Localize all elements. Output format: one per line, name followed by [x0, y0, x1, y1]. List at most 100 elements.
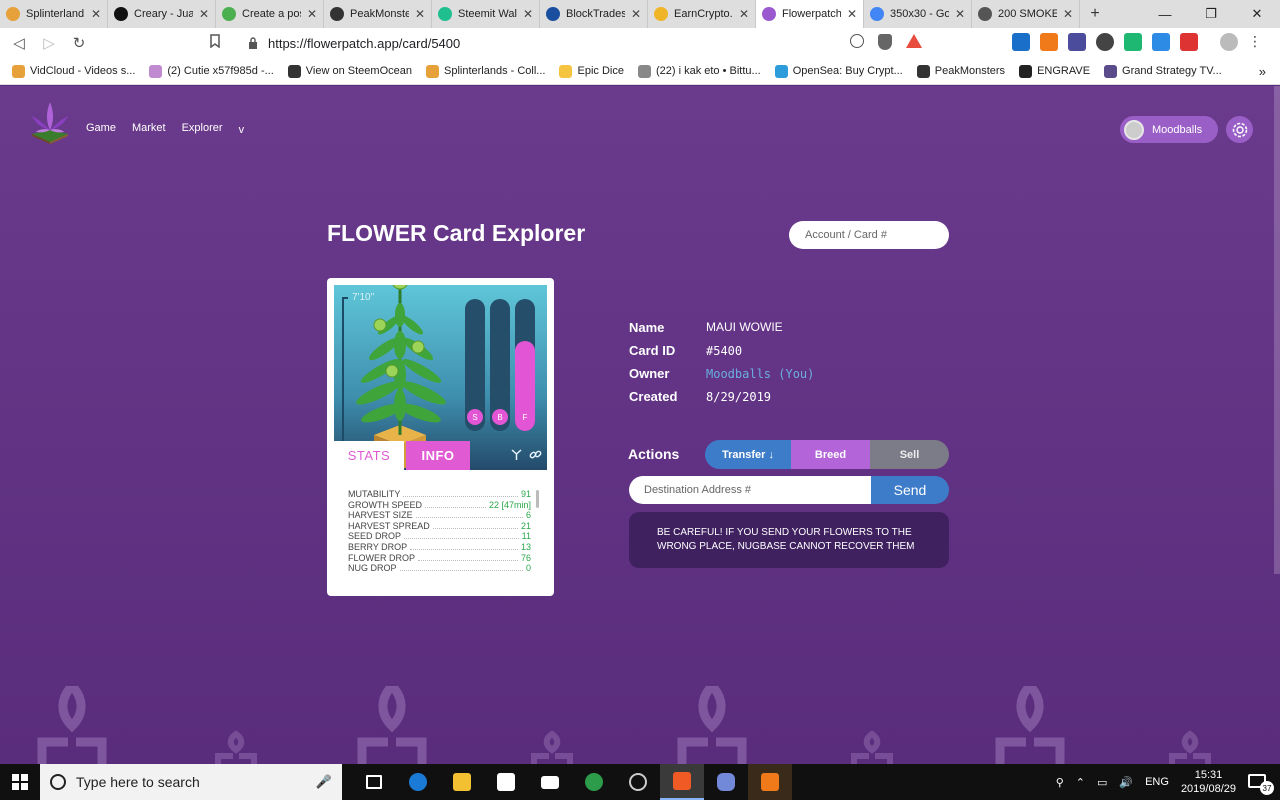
tab-close-icon[interactable]: ✕ [739, 7, 749, 21]
store-icon[interactable] [484, 764, 528, 800]
tab-close-icon[interactable]: ✕ [415, 7, 425, 21]
forward-icon[interactable]: ▷ [34, 34, 64, 52]
bookmark-icon[interactable] [200, 34, 230, 52]
bookmark-favicon-icon [287, 64, 301, 78]
people-icon[interactable]: ⚲ [1056, 776, 1064, 789]
file-explorer-icon[interactable] [440, 764, 484, 800]
game-app-icon[interactable] [572, 764, 616, 800]
tab-close-icon[interactable]: ✕ [631, 7, 641, 21]
browser-tab[interactable]: Splinterland ✕ [0, 0, 108, 28]
nav-market[interactable]: Market [132, 122, 166, 136]
transfer-button[interactable]: Transfer ↓ [705, 440, 791, 469]
tab-close-icon[interactable]: ✕ [199, 7, 209, 21]
bookmark-item[interactable]: View on SteemOcean [287, 64, 412, 78]
clock[interactable]: 15:31 2019/08/29 [1181, 768, 1236, 796]
microphone-icon[interactable]: 🎤 [316, 774, 332, 790]
browser-tab[interactable]: PeakMonste ✕ [324, 0, 432, 28]
settings-button[interactable] [1226, 116, 1253, 143]
permissions-icon[interactable] [850, 34, 864, 48]
browser-tab[interactable]: 350x30 - Go ✕ [864, 0, 972, 28]
extension-icon[interactable] [1180, 33, 1198, 51]
start-button[interactable] [0, 764, 40, 800]
bookmarks-more-button[interactable]: » [1259, 64, 1266, 79]
task-view-icon[interactable] [352, 764, 396, 800]
menu-icon[interactable]: ⋮ [1248, 33, 1262, 51]
breed-icon[interactable] [510, 448, 523, 461]
send-button[interactable]: Send [871, 476, 949, 504]
media-player-icon[interactable] [616, 764, 660, 800]
extension-icons: ⋮ [1012, 33, 1262, 51]
nav-game[interactable]: Game [86, 122, 116, 136]
breed-button[interactable]: Breed [791, 440, 870, 469]
metamask-taskbar-icon[interactable] [748, 764, 792, 800]
bookmark-item[interactable]: OpenSea: Buy Crypt... [774, 64, 903, 78]
nav-more-dropdown[interactable]: v [239, 124, 245, 136]
browser-tab[interactable]: Create a pos ✕ [216, 0, 324, 28]
taskbar-search[interactable]: Type here to search 🎤 [40, 764, 342, 800]
bookmark-item[interactable]: (22) i kak eto • Bittu... [637, 64, 761, 78]
owner-link[interactable]: Moodballs (You) [706, 367, 814, 381]
tab-close-icon[interactable]: ✕ [91, 7, 101, 21]
tab-close-icon[interactable]: ✕ [955, 7, 965, 21]
bookmark-item[interactable]: ENGRAVE [1019, 64, 1090, 78]
minimize-button[interactable]: — [1142, 0, 1188, 28]
edge-icon[interactable] [396, 764, 440, 800]
bookmark-item[interactable]: Epic Dice [559, 64, 624, 78]
stat-row: Growth Speed 22 [47min] [348, 500, 531, 511]
link-icon[interactable] [529, 448, 542, 461]
browser-tab[interactable]: BlockTrades ✕ [540, 0, 648, 28]
sell-button[interactable]: Sell [870, 440, 949, 469]
bookmark-item[interactable]: PeakMonsters [916, 64, 1005, 78]
flowerpatch-logo[interactable] [28, 100, 72, 144]
profile-icon[interactable] [1220, 33, 1238, 51]
tray-chevron-icon[interactable]: ⌃ [1076, 776, 1085, 789]
browser-tab[interactable]: Creary - Jua ✕ [108, 0, 216, 28]
brave-rewards-icon[interactable] [906, 34, 922, 48]
tab-close-icon[interactable]: ✕ [523, 7, 533, 21]
close-window-button[interactable]: ✕ [1234, 0, 1280, 28]
action-segmented-control: Transfer ↓ Breed Sell [705, 440, 949, 469]
reload-icon[interactable]: ↻ [64, 34, 94, 52]
mail-icon[interactable] [528, 764, 572, 800]
brave-shield-icon[interactable] [878, 34, 892, 50]
discord-icon[interactable] [704, 764, 748, 800]
browser-tab[interactable]: 200 SMOKE ✕ [972, 0, 1080, 28]
tab-close-icon[interactable]: ✕ [1063, 7, 1073, 21]
maximize-button[interactable]: ❐ [1188, 0, 1234, 28]
bookmark-item[interactable]: VidCloud - Videos s... [12, 64, 135, 78]
bookmark-item[interactable]: Splinterlands - Coll... [425, 64, 545, 78]
new-tab-button[interactable]: + [1080, 0, 1110, 28]
volume-icon[interactable]: 🔊 [1119, 776, 1133, 789]
browser-tab-bar: Splinterland ✕ Creary - Jua ✕ Create a pos ✕ P… [0, 0, 1280, 28]
tab-close-icon[interactable]: ✕ [847, 7, 857, 21]
stat-name: Nug Drop [348, 563, 397, 573]
bookmark-item[interactable]: Grand Strategy TV... [1104, 64, 1222, 78]
tab-close-icon[interactable]: ✕ [307, 7, 317, 21]
back-icon[interactable]: ◁ [4, 34, 34, 52]
page-scrollbar[interactable] [1274, 86, 1280, 574]
user-account-button[interactable]: Moodballs [1120, 116, 1218, 143]
destination-address-input[interactable] [629, 476, 871, 504]
extension-icon[interactable] [1012, 33, 1030, 51]
notification-center-icon[interactable]: 37 [1248, 772, 1274, 795]
stats-list[interactable]: Mutability 91 Growth Speed 22 [47min] Harves… [348, 489, 531, 573]
metamask-icon[interactable] [1040, 33, 1058, 51]
bookmark-item[interactable]: (2) Cutie x57f985d -... [149, 64, 274, 78]
tab-title: Create a pos [242, 8, 301, 20]
tab-stats[interactable]: STATS [334, 441, 404, 470]
browser-tab[interactable]: Steemit Wall ✕ [432, 0, 540, 28]
browser-tab[interactable]: EarnCrypto. ✕ [648, 0, 756, 28]
card-search-input[interactable] [789, 221, 949, 249]
brave-browser-icon[interactable] [660, 764, 704, 800]
stats-scrollbar[interactable] [536, 490, 539, 508]
network-icon[interactable]: ▭ [1097, 776, 1107, 789]
stat-value: 0 [525, 563, 531, 573]
language-indicator[interactable]: ENG [1145, 776, 1169, 788]
extension-icon[interactable] [1124, 33, 1142, 51]
extension-icon[interactable] [1068, 33, 1086, 51]
nav-explorer[interactable]: Explorer [182, 122, 223, 136]
tab-info[interactable]: INFO [406, 441, 470, 470]
browser-tab[interactable]: Flowerpatch ✕ [756, 0, 864, 28]
extension-icon[interactable] [1152, 33, 1170, 51]
download-icon[interactable] [1096, 33, 1114, 51]
